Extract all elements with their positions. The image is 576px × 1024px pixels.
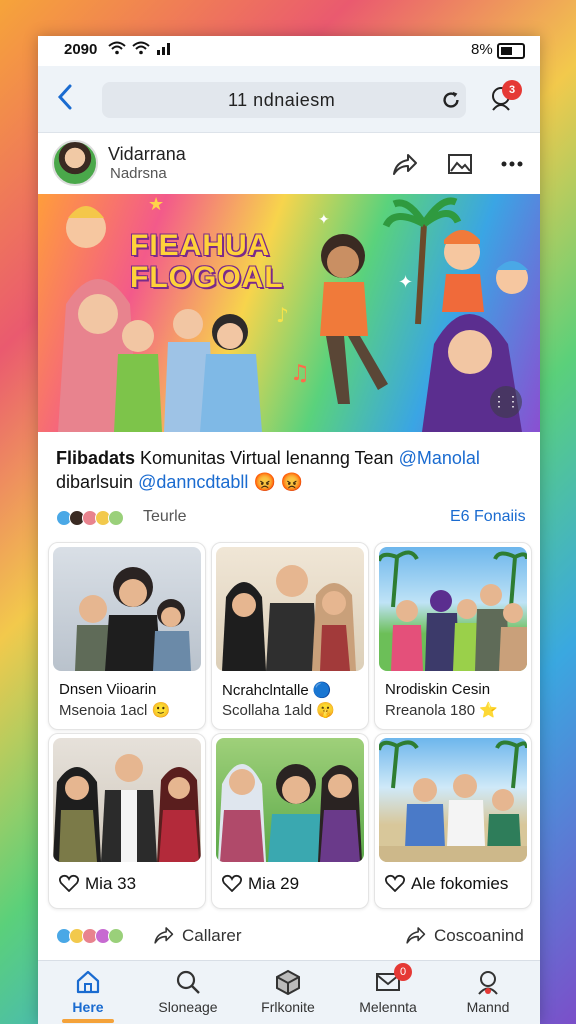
followers-link[interactable]: E6 Fonaiis — [450, 508, 526, 526]
svg-text:♪: ♪ — [276, 303, 289, 327]
banner-expand-button[interactable]: ⋮⋮ — [490, 386, 522, 418]
post-text: Komunitas Virtual lenanng Tean — [140, 448, 394, 468]
svg-text:✦: ✦ — [398, 272, 413, 293]
wifi-icon-2 — [132, 41, 150, 55]
svg-text:★: ★ — [148, 194, 164, 215]
share-icon[interactable] — [152, 924, 174, 946]
banner-title-line1: FIEAHUA — [130, 229, 271, 262]
battery-percent: 8% — [471, 41, 493, 58]
signal-icons — [108, 41, 172, 55]
svg-text:♫: ♫ — [290, 361, 310, 386]
search-icon — [176, 970, 200, 994]
nav-community[interactable]: Frlkonite — [238, 961, 338, 1024]
image-icon[interactable] — [446, 150, 474, 178]
nav-search[interactable]: Sloneage — [138, 961, 238, 1024]
heart-icon[interactable] — [59, 874, 79, 892]
browser-toolbar: 11 ndnaiesm 3 — [38, 66, 540, 133]
hero-banner[interactable]: ♪ ♫ ✦ ★ ✦ FIEAHUA FLOGOAL ⋮⋮ — [38, 194, 540, 432]
nav-home[interactable]: Here — [38, 961, 138, 1024]
forward-icon[interactable] — [404, 924, 426, 946]
address-bar[interactable]: 11 ndnaiesm — [102, 82, 466, 118]
avatar[interactable] — [52, 140, 98, 186]
profile-name[interactable]: Vidarrana — [108, 144, 186, 165]
card-subtitle: Scollaha 1ald 🤫 — [222, 702, 335, 719]
reaction-avatars-2[interactable] — [56, 928, 124, 944]
notification-badge: 3 — [502, 80, 522, 100]
back-arrow-icon[interactable] — [54, 82, 76, 112]
nav-profile[interactable]: Mannd — [438, 961, 538, 1024]
reaction-avatar — [108, 510, 124, 526]
profile-subtitle: Nadrsna — [110, 165, 167, 182]
community-card[interactable]: Nrodiskin Cesin Rreanola 180 ⭐ — [374, 542, 532, 730]
family-photo — [75, 567, 191, 671]
card-title: Nrodiskin Cesin — [385, 681, 491, 698]
status-bar: 2090 8% — [38, 36, 540, 64]
box-icon — [276, 969, 300, 995]
profile-icon — [478, 971, 498, 995]
like-count: Mia 33 — [85, 874, 137, 893]
card-subtitle: Rreanola 180 ⭐ — [385, 702, 498, 719]
nav-badge: 0 — [394, 963, 412, 981]
post-text-line2: dibarlsuin — [56, 472, 134, 492]
banner-title-line2: FLOGOAL — [130, 261, 284, 294]
community-card[interactable]: Mia 33 — [48, 733, 206, 909]
post-caption: Flibadats Komunitas Virtual lenanng Tean… — [56, 446, 526, 494]
status-time: 2090 — [64, 41, 98, 58]
community-card[interactable]: Mia 29 — [211, 733, 369, 909]
banner-illustration: ♪ ♫ ✦ ★ ✦ — [58, 194, 528, 432]
card-photo — [53, 738, 201, 862]
community-card[interactable]: Ale fokomies — [374, 733, 532, 909]
nav-label: Mannd — [466, 999, 510, 1015]
reaction-avatars[interactable] — [56, 510, 124, 526]
card-photo — [216, 547, 364, 671]
mention-link-2[interactable]: @danncdtabll — [138, 472, 248, 492]
card-photo — [53, 547, 201, 671]
card-photo — [379, 547, 527, 671]
home-icon — [76, 970, 100, 994]
heart-icon[interactable] — [385, 874, 405, 892]
nav-messages[interactable]: 0 Melennta — [338, 961, 438, 1024]
banner-title: FIEAHUA FLOGOAL — [130, 230, 284, 294]
post-header: Vidarrana Nadrsna — [38, 134, 540, 194]
more-options-icon[interactable] — [498, 150, 526, 178]
comment-button[interactable]: Coscoanind — [434, 926, 524, 946]
card-title: Ncrahclntalle 🔵 — [222, 682, 332, 699]
like-count: Mia 29 — [248, 874, 300, 893]
family-photo — [222, 565, 356, 671]
friends-photo — [218, 764, 362, 862]
card-subtitle: Msenoia 1acl 🙂 — [59, 702, 171, 719]
card-title: Dnsen Viioarin — [59, 681, 157, 698]
phone-screen: 2090 8% 11 ndnaiesm 3 Vidarrana Nadrsna — [38, 36, 540, 1024]
wifi-icon — [108, 41, 126, 55]
post-author[interactable]: Flibadats — [56, 448, 135, 468]
like-count: Ale fokomies — [411, 874, 509, 893]
group-photo — [379, 550, 527, 671]
community-card[interactable]: Ncrahclntalle 🔵 Scollaha 1ald 🤫 — [211, 542, 369, 730]
beach-group-photo — [379, 740, 527, 862]
svg-text:✦: ✦ — [318, 212, 330, 228]
heart-icon[interactable] — [222, 874, 242, 892]
url-text: 11 ndnaiesm — [228, 90, 336, 110]
nav-label: Melennta — [359, 999, 417, 1015]
card-photo — [216, 738, 364, 862]
nav-label: Frlkonite — [261, 999, 315, 1015]
cell-signal-icon — [157, 43, 170, 55]
bottom-nav: Here Sloneage Frlkonite 0 Melennta Mannd — [38, 960, 540, 1024]
post-emoji: 😡 😡 — [253, 472, 304, 492]
reload-icon[interactable] — [440, 89, 462, 111]
battery-icon — [497, 43, 525, 59]
mention-link[interactable]: @Manolal — [399, 448, 480, 468]
card-photo — [379, 738, 527, 862]
nav-label: Here — [72, 999, 104, 1015]
reaction-label[interactable]: Teurle — [143, 508, 187, 526]
share-icon[interactable] — [390, 150, 418, 178]
community-card[interactable]: Dnsen Viioarin Msenoia 1acl 🙂 — [48, 542, 206, 730]
share-button[interactable]: Callarer — [182, 926, 242, 946]
reaction-row: Teurle E6 Fonaiis — [38, 506, 540, 532]
nav-label: Sloneage — [158, 999, 218, 1015]
family-photo — [53, 754, 201, 862]
reaction-avatar — [108, 928, 124, 944]
post-actions: Callarer Coscoanind — [38, 920, 540, 950]
